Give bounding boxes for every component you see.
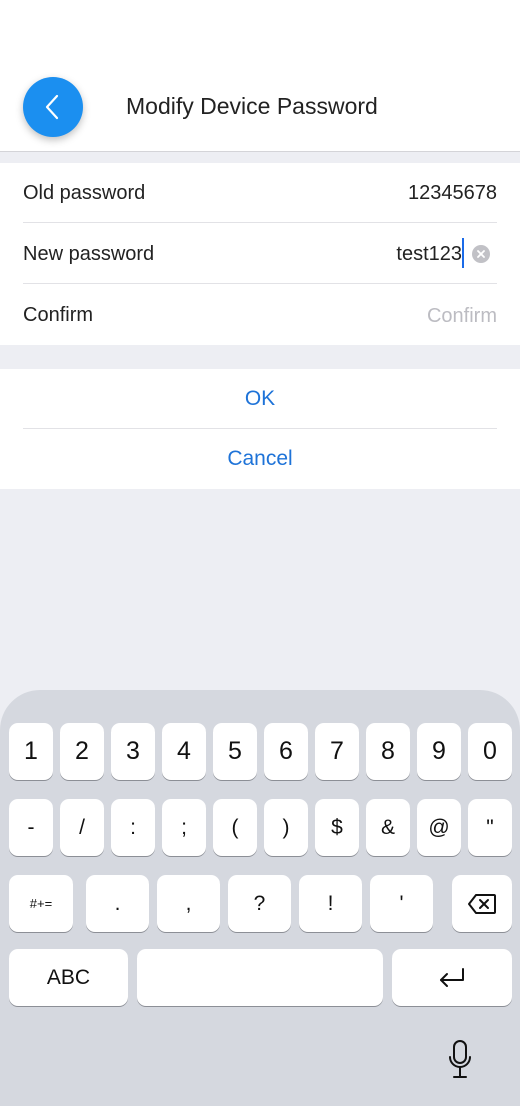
password-form: Old password 12345678 New password test1… [0,163,520,345]
key-2[interactable]: 2 [60,723,104,780]
text-caret [462,238,464,268]
close-icon [477,250,485,258]
chevron-left-icon [45,94,59,120]
key-0[interactable]: 0 [468,723,512,780]
key-semicolon[interactable]: ; [162,799,206,856]
key-6[interactable]: 6 [264,723,308,780]
key-symbols-toggle[interactable]: #+= [9,875,73,932]
key-colon[interactable]: : [111,799,155,856]
key-abc[interactable]: ABC [9,949,128,1006]
key-4[interactable]: 4 [162,723,206,780]
key-open-paren[interactable]: ( [213,799,257,856]
old-password-row: Old password 12345678 [23,163,497,223]
key-quote[interactable]: " [468,799,512,856]
key-9[interactable]: 9 [417,723,461,780]
space-key[interactable] [137,949,383,1006]
return-icon [440,967,464,987]
action-group: OK Cancel [0,369,520,489]
key-slash[interactable]: / [60,799,104,856]
key-at[interactable]: @ [417,799,461,856]
new-password-row: New password test123 [23,224,497,284]
ok-button[interactable]: OK [23,369,497,429]
key-1[interactable]: 1 [9,723,53,780]
dictation-button[interactable] [444,1036,476,1084]
key-7[interactable]: 7 [315,723,359,780]
key-3[interactable]: 3 [111,723,155,780]
page-title: Modify Device Password [126,93,378,119]
key-exclamation[interactable]: ! [299,875,362,932]
return-key[interactable] [392,949,512,1006]
new-password-field[interactable]: test123 [396,243,462,266]
header-bar: Modify Device Password [0,0,520,152]
backspace-icon [468,893,496,914]
key-8[interactable]: 8 [366,723,410,780]
key-comma[interactable]: , [157,875,220,932]
microphone-icon [449,1040,471,1078]
old-password-value[interactable]: 12345678 [408,182,497,205]
clear-input-icon[interactable] [472,245,490,263]
key-close-paren[interactable]: ) [264,799,308,856]
confirm-field[interactable] [277,299,497,333]
confirm-label: Confirm [23,304,94,326]
key-5[interactable]: 5 [213,723,257,780]
back-button[interactable] [23,77,83,137]
key-dollar[interactable]: $ [315,799,359,856]
key-apostrophe[interactable]: ' [370,875,433,932]
delete-key[interactable] [452,875,512,932]
key-ampersand[interactable]: & [366,799,410,856]
key-question[interactable]: ? [228,875,291,932]
cancel-button[interactable]: Cancel [23,429,497,489]
key-hyphen[interactable]: - [9,799,53,856]
confirm-row: Confirm [23,285,497,345]
key-period[interactable]: . [86,875,149,932]
old-password-label: Old password [23,182,146,204]
new-password-label: New password [23,243,155,265]
